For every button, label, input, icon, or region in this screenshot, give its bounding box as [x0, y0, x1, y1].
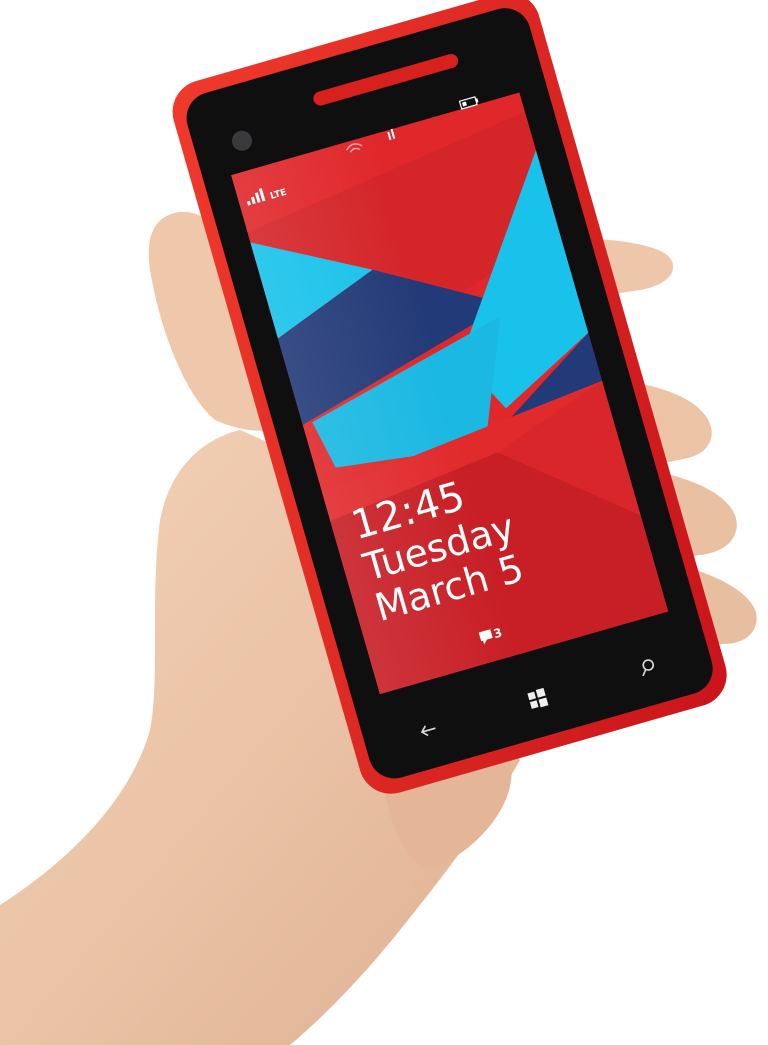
phone-in-hand-photo: LTE 12:45 Tuesday March 5 3 — [0, 0, 757, 1045]
